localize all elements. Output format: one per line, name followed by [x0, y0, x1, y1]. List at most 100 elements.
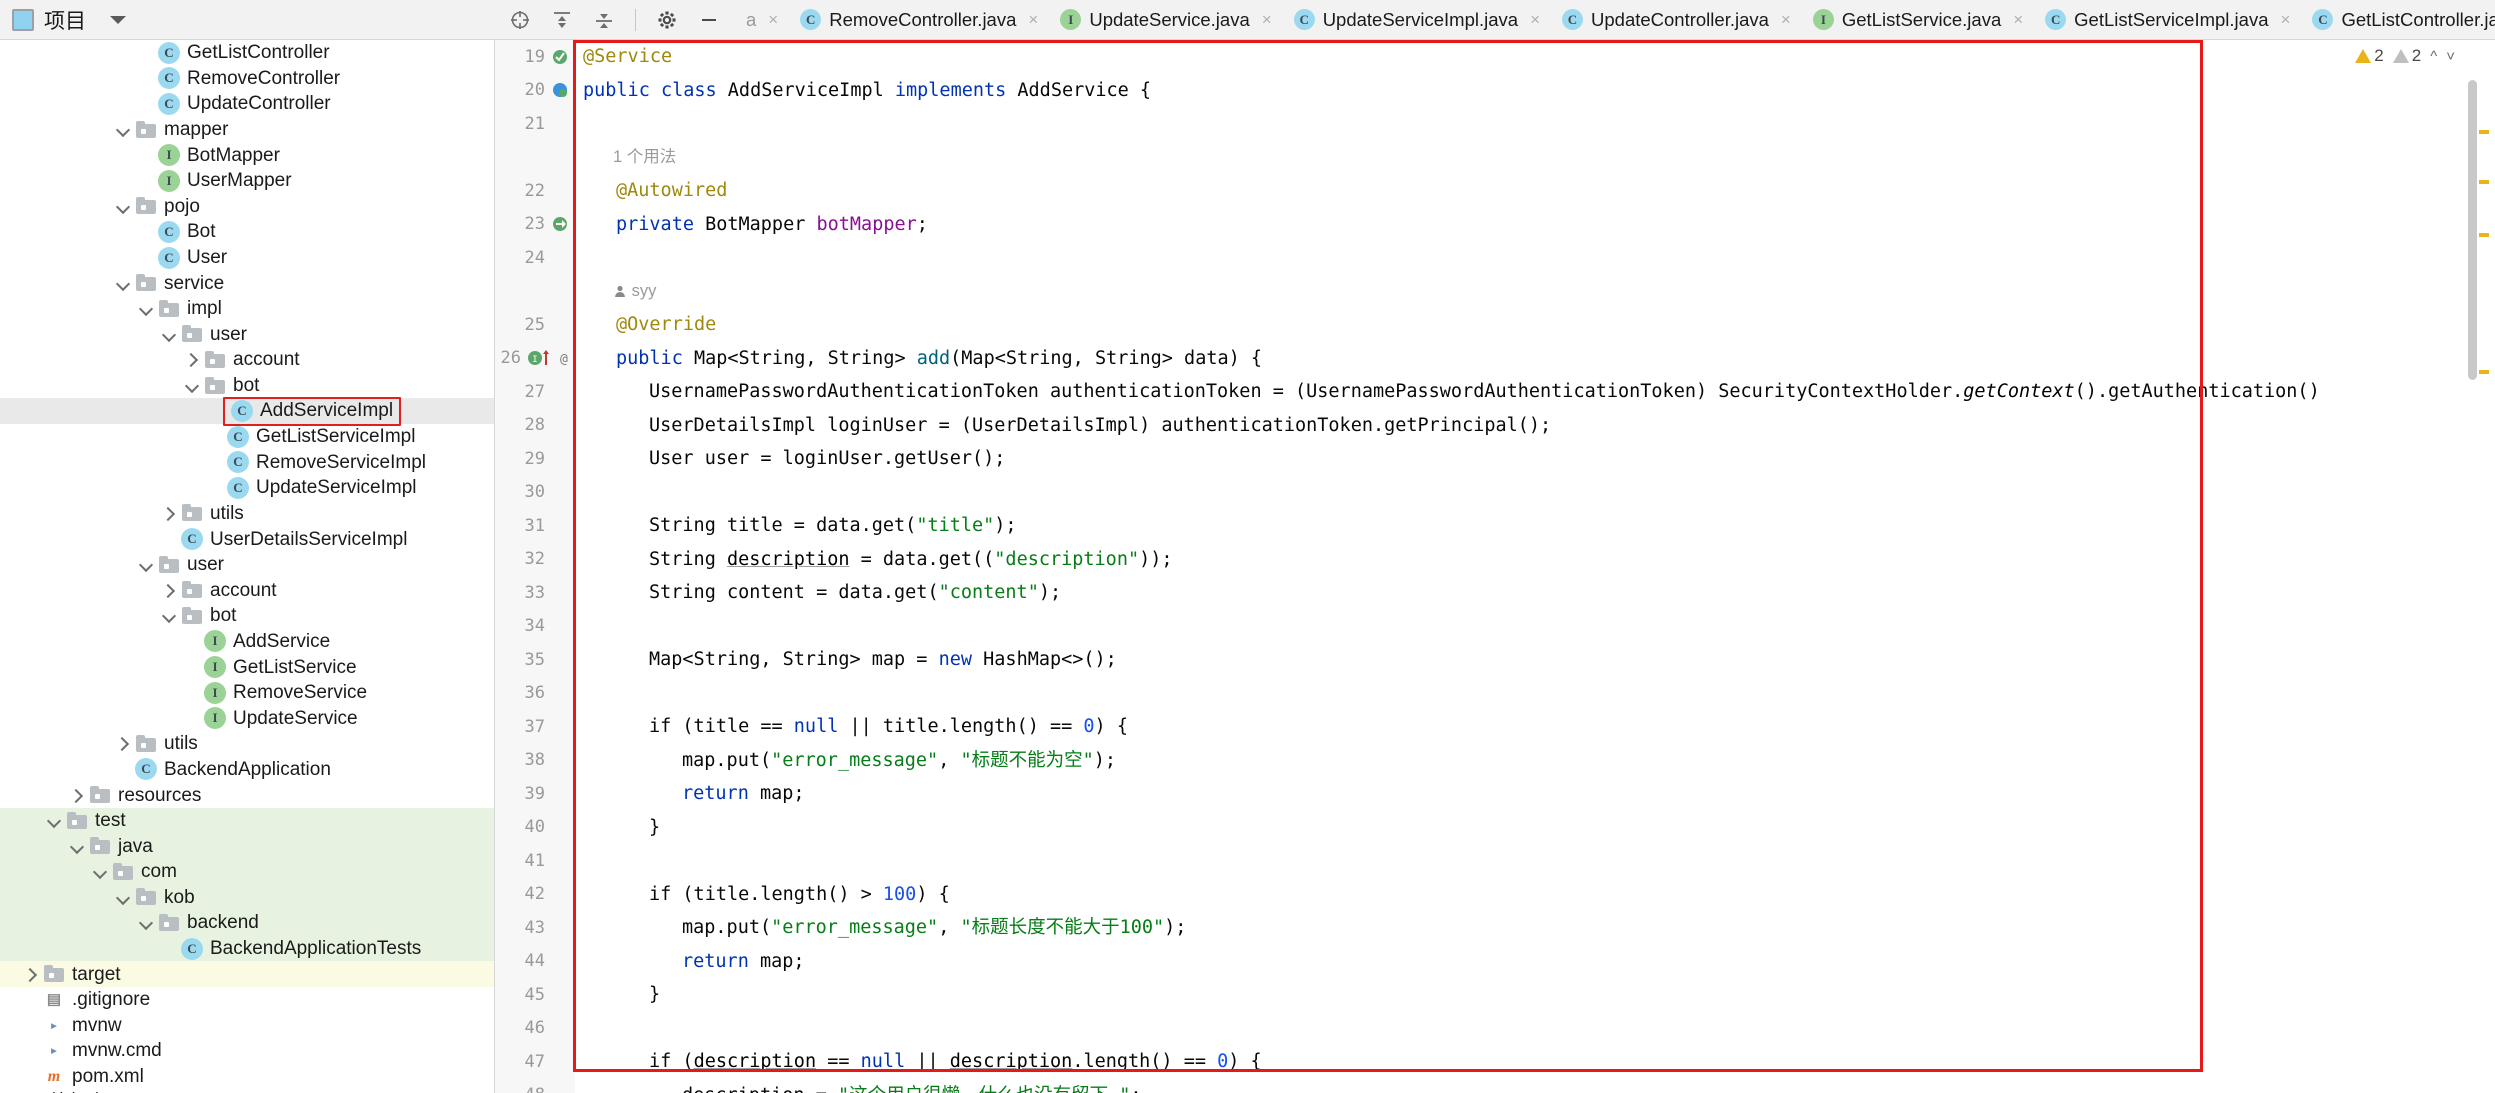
- override-marker-icon[interactable]: I @: [525, 348, 571, 368]
- tree-node-UpdateController[interactable]: C UpdateController: [0, 91, 494, 117]
- code-line[interactable]: map.put("error_message", "标题长度不能大于100");: [575, 911, 2320, 945]
- code-line[interactable]: @Autowired: [575, 174, 2320, 208]
- usage-hint[interactable]: 1 个用法: [575, 141, 2320, 175]
- gutter-line[interactable]: 29: [495, 442, 575, 476]
- chevron-down-icon[interactable]: [115, 889, 132, 906]
- code-line[interactable]: [575, 107, 2320, 141]
- tree-node-kob[interactable]: kob: [0, 884, 494, 911]
- tree-node-UpdateServiceImpl[interactable]: C UpdateServiceImpl: [0, 475, 494, 501]
- inspection-widget[interactable]: 2 2 ^ ˅: [2355, 46, 2455, 66]
- gutter-line[interactable]: 41: [495, 844, 575, 878]
- chevron-down-icon[interactable]: [184, 377, 201, 394]
- editor-gutter[interactable]: 19 20 21 22 23 24 25 26 I @27 28 29 30 31 32 33 34 35 36 37…: [495, 40, 575, 1093]
- tab-UpdateService[interactable]: I UpdateService.java: [1048, 0, 1281, 39]
- tree-node-GetListService[interactable]: I GetListService: [0, 654, 494, 680]
- gutter-line[interactable]: 20: [495, 74, 575, 108]
- close-icon[interactable]: [768, 10, 778, 30]
- tree-node-UpdateService[interactable]: I UpdateService: [0, 705, 494, 731]
- code-line[interactable]: [575, 677, 2320, 711]
- gutter-line[interactable]: [495, 275, 575, 309]
- vertical-scrollbar-thumb[interactable]: [2468, 80, 2477, 380]
- chevron-down-icon[interactable]: [110, 15, 126, 24]
- tree-node-RemoveService[interactable]: I RemoveService: [0, 680, 494, 706]
- code-line[interactable]: [575, 610, 2320, 644]
- warning-count[interactable]: 2: [2355, 46, 2384, 66]
- tree-node-utils[interactable]: utils: [0, 501, 494, 527]
- tree-node-mapper[interactable]: mapper: [0, 117, 494, 143]
- locate-target-icon[interactable]: [509, 9, 531, 31]
- tree-node-AddServiceImpl[interactable]: C AddServiceImpl: [0, 396, 494, 426]
- close-icon[interactable]: [2281, 10, 2291, 30]
- gutter-line[interactable]: 42: [495, 878, 575, 912]
- chevron-down-icon[interactable]: [138, 300, 155, 317]
- tab-UpdateServiceImpl[interactable]: C UpdateServiceImpl.java: [1282, 0, 1550, 39]
- tree-node-pojo[interactable]: pojo: [0, 194, 494, 220]
- close-icon[interactable]: [1028, 10, 1038, 30]
- gutter-line[interactable]: 32: [495, 543, 575, 577]
- tree-node-utils[interactable]: utils: [0, 731, 494, 757]
- gutter-line[interactable]: 45: [495, 978, 575, 1012]
- code-editor[interactable]: 19 20 21 22 23 24 25 26 I @27 28 29 30 31 32 33 34 35 36 37…: [495, 40, 2495, 1093]
- marker-warning[interactable]: [2479, 233, 2489, 237]
- tree-node-user[interactable]: user: [0, 322, 494, 348]
- settings-gear-icon[interactable]: [656, 9, 678, 31]
- gutter-line[interactable]: 37: [495, 710, 575, 744]
- weak-warning-count[interactable]: 2: [2392, 46, 2421, 66]
- code-line[interactable]: public Map<String, String> add(Map<Strin…: [575, 342, 2320, 376]
- gutter-line[interactable]: 40: [495, 811, 575, 845]
- gutter-line[interactable]: 24: [495, 241, 575, 275]
- gutter-line[interactable]: 28: [495, 409, 575, 443]
- tree-node-bot[interactable]: bot: [0, 373, 494, 399]
- chevron-down-icon[interactable]: [115, 275, 132, 292]
- tree-node-bot[interactable]: bot: [0, 603, 494, 629]
- gutter-line[interactable]: 33: [495, 576, 575, 610]
- gutter-line[interactable]: 26 I @: [495, 342, 575, 376]
- chevron-right-icon[interactable]: [161, 582, 178, 599]
- close-icon[interactable]: [1781, 10, 1791, 30]
- gutter-line[interactable]: 38: [495, 744, 575, 778]
- tree-node-Bot[interactable]: C Bot: [0, 219, 494, 245]
- code-line[interactable]: return map;: [575, 777, 2320, 811]
- project-tree-panel[interactable]: C GetListController C RemoveController C Upda…: [0, 40, 495, 1093]
- gutter-line[interactable]: 46: [495, 1012, 575, 1046]
- gutter-line[interactable]: 21: [495, 107, 575, 141]
- code-line[interactable]: @Service: [575, 40, 2320, 74]
- code-line[interactable]: UsernamePasswordAuthenticationToken auth…: [575, 375, 2320, 409]
- code-line[interactable]: public class AddServiceImpl implements A…: [575, 74, 2320, 108]
- collapse-all-icon[interactable]: [593, 9, 615, 31]
- tree-node-user[interactable]: user: [0, 552, 494, 578]
- tree-node-BackendApplicationTests[interactable]: C BackendApplicationTests: [0, 935, 494, 962]
- tab-GetListServiceImpl[interactable]: C GetListServiceImpl.java: [2033, 0, 2300, 39]
- tab-RemoveController[interactable]: C RemoveController.java: [788, 0, 1048, 39]
- chevron-right-icon[interactable]: [115, 735, 132, 752]
- code-line[interactable]: Map<String, String> map = new HashMap<>(…: [575, 643, 2320, 677]
- chevron-right-icon[interactable]: [161, 505, 178, 522]
- marker-warning[interactable]: [2479, 180, 2489, 184]
- code-line[interactable]: if (title.length() > 100) {: [575, 878, 2320, 912]
- code-line[interactable]: description = "这个用户很懒，什么也没有留下~";: [575, 1079, 2320, 1093]
- code-line[interactable]: map.put("error_message", "标题不能为空");: [575, 744, 2320, 778]
- code-line[interactable]: User user = loginUser.getUser();: [575, 442, 2320, 476]
- expand-all-icon[interactable]: [551, 9, 573, 31]
- tree-node-mvnw[interactable]: ▸ mvnw: [0, 1013, 494, 1039]
- code-line[interactable]: }: [575, 811, 2320, 845]
- chevron-down-icon[interactable]: [69, 838, 86, 855]
- tree-node-BotMapper[interactable]: I BotMapper: [0, 142, 494, 168]
- tree-node-AddService[interactable]: I AddService: [0, 629, 494, 655]
- code-line[interactable]: String description = data.get(("descript…: [575, 543, 2320, 577]
- tree-node-account[interactable]: account: [0, 347, 494, 373]
- close-icon[interactable]: [2013, 10, 2023, 30]
- code-content-area[interactable]: @Service public class AddServiceImpl impl…: [575, 40, 2495, 1093]
- code-line[interactable]: return map;: [575, 945, 2320, 979]
- chevron-down-icon[interactable]: ˅: [2446, 48, 2455, 65]
- tab-GetListController[interactable]: C GetListController.java: [2300, 0, 2495, 39]
- tree-node-mvnwcmd[interactable]: ▸ mvnw.cmd: [0, 1038, 494, 1064]
- chevron-right-icon[interactable]: [69, 787, 86, 804]
- chevron-down-icon[interactable]: [138, 556, 155, 573]
- tree-node-BackendApplication[interactable]: C BackendApplication: [0, 757, 494, 783]
- gutter-line[interactable]: 44: [495, 945, 575, 979]
- chevron-up-icon[interactable]: ^: [2430, 48, 2437, 65]
- code-line[interactable]: [575, 844, 2320, 878]
- implemented-marker-icon[interactable]: [549, 48, 571, 66]
- chevron-right-icon[interactable]: [184, 351, 201, 368]
